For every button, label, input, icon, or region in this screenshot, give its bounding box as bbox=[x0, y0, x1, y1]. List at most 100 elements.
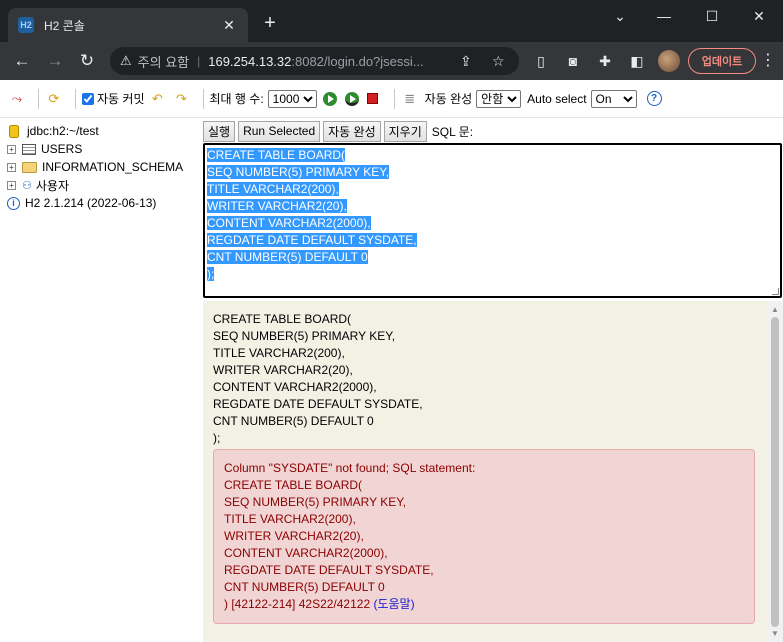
error-line: SEQ NUMBER(5) PRIMARY KEY, bbox=[224, 495, 407, 509]
url-path: :8082/login.do?jsessi... bbox=[291, 53, 424, 69]
extension-doc-icon[interactable]: ▯ bbox=[532, 52, 550, 70]
editor-line: CNT NUMBER(5) DEFAULT 0 bbox=[207, 249, 778, 266]
editor-line: WRITER VARCHAR2(20), bbox=[207, 198, 778, 215]
run-play-icon[interactable] bbox=[322, 91, 337, 106]
result-line: CREATE TABLE BOARD( bbox=[213, 312, 352, 326]
run-button[interactable]: 실행 bbox=[203, 120, 236, 142]
stop-icon[interactable] bbox=[366, 93, 378, 104]
error-line: REGDATE DATE DEFAULT SYSDATE, bbox=[224, 563, 434, 577]
disconnect-icon[interactable]: ⤳ bbox=[8, 90, 26, 108]
run-selected-play-icon[interactable] bbox=[344, 91, 359, 106]
h2-favicon-icon: H2 bbox=[18, 17, 34, 33]
clear-button[interactable]: 지우기 bbox=[383, 120, 427, 142]
expand-icon[interactable]: + bbox=[7, 162, 16, 172]
editor-line-text: WRITER VARCHAR2(20), bbox=[207, 199, 347, 213]
help-link[interactable]: (도움말) bbox=[373, 597, 414, 611]
error-line: TITLE VARCHAR2(200), bbox=[224, 512, 356, 526]
editor-line-text: TITLE VARCHAR2(200), bbox=[207, 182, 339, 196]
toolbar-divider bbox=[393, 88, 395, 109]
editor-line-text: REGDATE DATE DEFAULT SYSDATE, bbox=[207, 233, 417, 247]
error-message-box: Column "SYSDATE" not found; SQL statemen… bbox=[213, 449, 755, 624]
refresh-icon[interactable]: ⟳ bbox=[45, 90, 63, 108]
new-tab-icon[interactable]: + bbox=[259, 12, 281, 34]
result-line: REGDATE DATE DEFAULT SYSDATE, bbox=[213, 397, 423, 411]
browser-nav-bar: ← → ↻ ⚠ 주의 요함 | 169.254.13.32 :8082/logi… bbox=[0, 42, 783, 80]
schema-tree: jdbc:h2:~/test + USERS + INFORMATION_SCH… bbox=[0, 119, 200, 642]
result-line: ); bbox=[213, 431, 221, 445]
close-tab-icon[interactable]: ✕ bbox=[220, 17, 238, 34]
tab-search-icon[interactable]: ⌄ bbox=[605, 5, 635, 27]
auto-select-label: Auto select bbox=[527, 91, 587, 106]
back-icon[interactable]: ← bbox=[11, 50, 33, 72]
error-line: CNT NUMBER(5) DEFAULT 0 bbox=[224, 580, 385, 594]
scroll-down-icon[interactable]: ▼ bbox=[771, 629, 779, 638]
scroll-up-icon[interactable]: ▲ bbox=[771, 305, 779, 314]
menu-kebab-icon[interactable]: ⋮ bbox=[760, 50, 776, 72]
sql-editor[interactable]: CREATE TABLE BOARD( SEQ NUMBER(5) PRIMAR… bbox=[203, 143, 782, 298]
error-code-line: ) [42122-214] 42S22/42122 (도움말) bbox=[224, 596, 754, 613]
error-line: CONTENT VARCHAR2(2000), bbox=[224, 546, 388, 560]
editor-line: REGDATE DATE DEFAULT SYSDATE, bbox=[207, 232, 778, 249]
toolbar-divider bbox=[202, 88, 204, 109]
result-line: SEQ NUMBER(5) PRIMARY KEY, bbox=[213, 329, 396, 343]
max-rows-select[interactable]: 1000 bbox=[267, 89, 317, 108]
h2-console-page: ⤳ ⟳ 자동 커밋 ↶ ↷ 최대 행 수: 1000 ≣ 자동 완성 안함 Au… bbox=[0, 80, 783, 642]
expand-icon[interactable]: + bbox=[7, 144, 16, 154]
commit-icon[interactable]: ↷ bbox=[173, 90, 191, 108]
info-icon: i bbox=[7, 196, 20, 210]
editor-line-text: CNT NUMBER(5) DEFAULT 0 bbox=[207, 250, 368, 264]
share-icon[interactable]: ⇪ bbox=[460, 53, 472, 70]
scrollbar-thumb[interactable] bbox=[771, 317, 779, 627]
warning-icon: ⚠ bbox=[120, 53, 132, 68]
update-button[interactable]: 업데이트 bbox=[688, 48, 756, 74]
resize-handle[interactable] bbox=[772, 288, 779, 295]
tree-item-users[interactable]: + USERS bbox=[0, 140, 200, 158]
auto-complete-label: 자동 완성 bbox=[424, 92, 473, 106]
max-rows-label: 최대 행 수: bbox=[209, 92, 264, 106]
side-panel-icon[interactable]: ◧ bbox=[628, 52, 646, 70]
tree-item-label: INFORMATION_SCHEMA bbox=[42, 160, 184, 174]
auto-select-select[interactable]: On bbox=[590, 89, 637, 108]
tree-version: i H2 2.1.214 (2022-06-13) bbox=[0, 194, 200, 212]
tree-item-label: USERS bbox=[41, 142, 83, 156]
maximize-icon[interactable]: ☐ bbox=[697, 5, 727, 27]
omnibox-divider: | bbox=[197, 54, 201, 68]
folder-icon bbox=[22, 161, 37, 173]
error-line: WRITER VARCHAR2(20), bbox=[224, 529, 364, 543]
users-icon: ⚇ bbox=[22, 179, 32, 192]
expand-icon[interactable]: + bbox=[7, 180, 16, 190]
browser-tab[interactable]: H2 H2 콘솔 ✕ bbox=[8, 8, 248, 42]
toolbar-divider bbox=[38, 88, 39, 109]
result-line: TITLE VARCHAR2(200), bbox=[213, 346, 345, 360]
query-toolbar: 실행 Run Selected 자동 완성 지우기 SQL 문: bbox=[203, 119, 783, 143]
tree-item-users-group[interactable]: + ⚇ 사용자 bbox=[0, 176, 200, 194]
tree-item-information-schema[interactable]: + INFORMATION_SCHEMA bbox=[0, 158, 200, 176]
minimize-icon[interactable]: — bbox=[649, 5, 679, 27]
history-icon[interactable]: ≣ bbox=[401, 90, 419, 108]
auto-complete-button[interactable]: 자동 완성 bbox=[323, 120, 381, 142]
result-line: WRITER VARCHAR2(20), bbox=[213, 363, 353, 377]
security-warning[interactable]: 주의 요함 bbox=[138, 52, 189, 71]
bookmark-star-icon[interactable]: ☆ bbox=[492, 53, 505, 70]
tree-connection[interactable]: jdbc:h2:~/test bbox=[0, 122, 200, 140]
editor-line-text: ); bbox=[207, 267, 215, 281]
forward-icon[interactable]: → bbox=[44, 50, 66, 72]
editor-line: CONTENT VARCHAR2(2000), bbox=[207, 215, 778, 232]
extensions-puzzle-icon[interactable]: ✚ bbox=[596, 52, 614, 70]
profile-avatar[interactable] bbox=[658, 50, 680, 72]
help-icon[interactable]: ? bbox=[646, 91, 662, 106]
error-code: ) [42122-214] 42S22/42122 bbox=[224, 597, 374, 611]
auto-complete-select[interactable]: 안함 bbox=[476, 89, 522, 108]
editor-line-text: CREATE TABLE BOARD( bbox=[207, 148, 346, 162]
tab-title: H2 콘솔 bbox=[44, 18, 85, 33]
camera-icon[interactable]: ◙ bbox=[564, 52, 582, 70]
sql-statement-label: SQL 문: bbox=[431, 124, 474, 139]
close-window-icon[interactable]: ✕ bbox=[744, 5, 774, 27]
address-bar[interactable]: ⚠ 주의 요함 | 169.254.13.32 :8082/login.do?j… bbox=[110, 47, 519, 75]
auto-commit-checkbox[interactable] bbox=[82, 92, 94, 105]
reload-icon[interactable]: ↻ bbox=[76, 50, 98, 72]
result-panel: CREATE TABLE BOARD( SEQ NUMBER(5) PRIMAR… bbox=[203, 301, 767, 642]
result-scrollbar[interactable]: ▲ ▼ bbox=[767, 301, 783, 642]
rollback-icon[interactable]: ↶ bbox=[149, 90, 167, 108]
run-selected-button[interactable]: Run Selected bbox=[238, 120, 321, 142]
